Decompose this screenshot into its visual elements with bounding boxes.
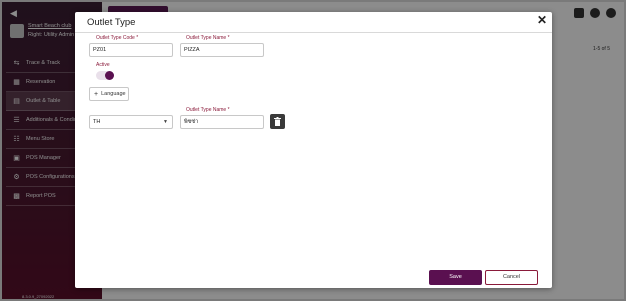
save-button[interactable]: Save <box>429 270 482 285</box>
version-label: 8.3.0.9_27092022 <box>22 294 55 299</box>
trash-icon <box>274 117 281 126</box>
divider <box>75 32 552 33</box>
org-logo <box>10 24 24 38</box>
route-icon: ⇆ <box>13 59 20 67</box>
outlet-type-dialog: Outlet Type ✕ Outlet Type Code * PZ01 Ou… <box>75 12 552 288</box>
outlet-type-name-input[interactable]: PIZZA <box>180 43 264 57</box>
caret-down-icon: ▼ <box>163 119 168 125</box>
toggle-knob <box>105 71 114 80</box>
language-button-label: Language <box>101 91 126 97</box>
sidebar-item-label: POS Manager <box>26 155 61 161</box>
cancel-button[interactable]: Cancel <box>485 270 538 285</box>
table-icon: ▤ <box>13 97 20 105</box>
name-label: Outlet Type Name * <box>186 35 230 41</box>
outlet-type-code-input[interactable]: PZ01 <box>89 43 173 57</box>
toolbar-icons <box>574 8 616 18</box>
avatar[interactable] <box>606 8 616 18</box>
dialog-title: Outlet Type <box>87 17 136 28</box>
menu-icon: ☷ <box>13 135 20 143</box>
pos-icon: ▣ <box>13 154 20 162</box>
active-label: Active <box>96 62 110 68</box>
pagination-label: 1-5 of 5 <box>593 46 610 52</box>
add-language-button[interactable]: + Language <box>89 87 129 101</box>
active-toggle[interactable] <box>96 71 114 80</box>
code-label: Outlet Type Code * <box>96 35 139 41</box>
report-icon: ▩ <box>13 192 20 200</box>
org-name[interactable]: Smart Beach club <box>28 23 71 29</box>
delete-language-button[interactable] <box>270 114 285 129</box>
sidebar-item-label: Outlet & Table <box>26 98 61 104</box>
user-role: Right: Utility Admin <box>28 32 75 38</box>
sidebar-item-label: Trace & Track <box>26 60 61 66</box>
sidebar-item-label: Menu Store <box>26 136 55 142</box>
lang-outlet-type-name-input[interactable]: พิซซ่า <box>180 115 264 129</box>
sidebar-item-label: Reservation <box>26 79 56 85</box>
building-icon[interactable] <box>574 8 584 18</box>
close-icon[interactable]: ✕ <box>536 14 548 26</box>
gear-icon[interactable] <box>590 8 600 18</box>
calendar-icon: ▦ <box>13 78 20 86</box>
sidebar-item-label: Report POS <box>26 193 56 199</box>
sidebar-item-label: Additionals & Condime <box>26 117 82 123</box>
lang-name-label: Outlet Type Name * <box>186 107 230 113</box>
language-select[interactable]: TH ▼ <box>89 115 173 129</box>
settings-icon: ⚙ <box>13 173 20 181</box>
list-icon: ☰ <box>13 116 20 124</box>
sidebar-item-label: POS Configurations <box>26 174 75 180</box>
collapse-sidebar-icon[interactable]: ◀ <box>10 8 20 18</box>
language-select-value: TH <box>93 119 101 125</box>
plus-icon: + <box>94 90 99 98</box>
